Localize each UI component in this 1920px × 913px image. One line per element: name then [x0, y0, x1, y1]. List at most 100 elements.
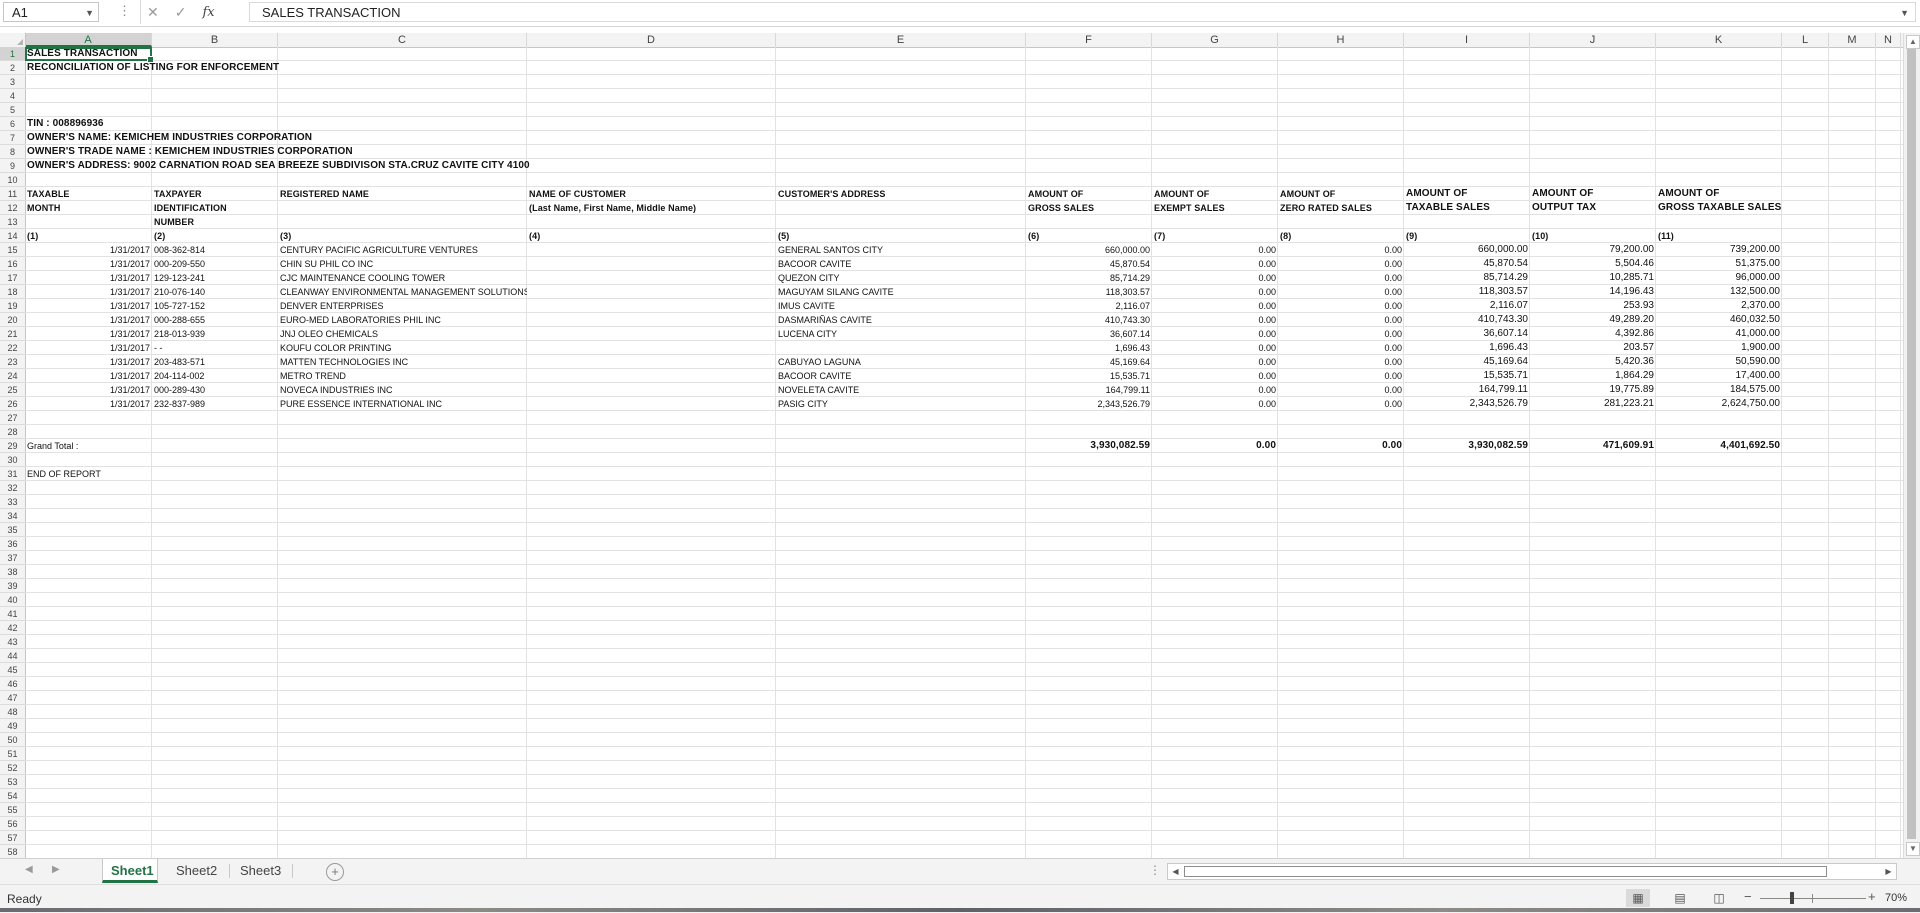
row-header-10[interactable]: 10 — [0, 173, 25, 187]
column-heading-c[interactable]: REGISTERED NAME — [278, 187, 527, 201]
column-heading-j[interactable]: AMOUNT OF — [1530, 187, 1656, 201]
next-sheet-icon[interactable]: ▶ — [52, 864, 60, 875]
scroll-up-icon[interactable]: ▲ — [1906, 35, 1920, 49]
row-header-32[interactable]: 32 — [0, 481, 25, 495]
column-heading-i[interactable] — [1404, 215, 1530, 229]
data-cell[interactable]: 204-114-002 — [152, 369, 278, 383]
data-cell[interactable]: 0.00 — [1278, 341, 1404, 355]
cell-trade-name[interactable]: OWNER'S TRADE NAME : KEMICHEM INDUSTRIES… — [25, 145, 527, 159]
data-cell[interactable]: 15,535.71 — [1404, 369, 1530, 383]
data-cell[interactable]: 0.00 — [1278, 369, 1404, 383]
data-cell[interactable]: MATTEN TECHNOLOGIES INC — [278, 355, 527, 369]
tab-sheet1[interactable]: Sheet1 — [102, 859, 158, 883]
column-header-m[interactable]: M — [1829, 33, 1876, 47]
data-cell[interactable] — [527, 299, 776, 313]
page-break-icon[interactable]: ◫ — [1707, 889, 1731, 907]
data-cell[interactable]: 1/31/2017 — [25, 341, 152, 355]
row-header-41[interactable]: 41 — [0, 607, 25, 621]
tab-sheet2[interactable]: Sheet2 — [168, 859, 226, 883]
column-heading-a[interactable]: MONTH — [25, 201, 152, 215]
data-cell[interactable]: 50,590.00 — [1656, 355, 1782, 369]
data-cell[interactable]: 1,864.29 — [1530, 369, 1656, 383]
data-cell[interactable]: 5,504.46 — [1530, 257, 1656, 271]
row-header-15[interactable]: 15 — [0, 243, 25, 257]
data-cell[interactable]: CHIN SU PHIL CO INC — [278, 257, 527, 271]
row-header-13[interactable]: 13 — [0, 215, 25, 229]
horizontal-scroll-thumb[interactable] — [1184, 866, 1827, 877]
data-cell[interactable]: CENTURY PACIFIC AGRICULTURE VENTURES — [278, 243, 527, 257]
data-cell[interactable]: MAGUYAM SILANG CAVITE — [776, 285, 1026, 299]
column-heading-c[interactable] — [278, 201, 527, 215]
data-cell[interactable]: 41,000.00 — [1656, 327, 1782, 341]
data-cell[interactable]: LUCENA CITY — [776, 327, 1026, 341]
row-header-55[interactable]: 55 — [0, 803, 25, 817]
column-heading-i[interactable]: TAXABLE SALES — [1404, 201, 1530, 215]
column-header-d[interactable]: D — [527, 33, 776, 47]
data-cell[interactable]: 0.00 — [1152, 383, 1278, 397]
data-cell[interactable] — [527, 243, 776, 257]
column-heading-d[interactable]: (Last Name, First Name, Middle Name) — [527, 201, 776, 215]
data-cell[interactable]: 660,000.00 — [1026, 243, 1152, 257]
data-cell[interactable]: 0.00 — [1278, 327, 1404, 341]
row-header-29[interactable]: 29 — [0, 439, 25, 453]
row-header-56[interactable]: 56 — [0, 817, 25, 831]
data-cell[interactable]: 2,116.07 — [1404, 299, 1530, 313]
data-cell[interactable]: METRO TREND — [278, 369, 527, 383]
data-cell[interactable]: 410,743.30 — [1026, 313, 1152, 327]
column-header-l[interactable]: L — [1782, 33, 1829, 47]
data-cell[interactable]: BACOOR CAVITE — [776, 369, 1026, 383]
data-cell[interactable]: 85,714.29 — [1404, 271, 1530, 285]
data-cell[interactable]: 1/31/2017 — [25, 243, 152, 257]
formula-input[interactable]: SALES TRANSACTION ▼ — [249, 2, 1916, 22]
row-header-45[interactable]: 45 — [0, 663, 25, 677]
row-header-5[interactable]: 5 — [0, 103, 25, 117]
data-cell[interactable]: 36,607.14 — [1026, 327, 1152, 341]
column-number-b[interactable]: (2) — [152, 229, 278, 243]
data-cell[interactable]: 1/31/2017 — [25, 285, 152, 299]
selected-cell[interactable] — [25, 47, 154, 63]
end-of-report[interactable]: END OF REPORT — [25, 467, 278, 481]
data-cell[interactable]: 1/31/2017 — [25, 257, 152, 271]
row-header-53[interactable]: 53 — [0, 775, 25, 789]
column-number-i[interactable]: (9) — [1404, 229, 1530, 243]
data-cell[interactable]: 0.00 — [1278, 285, 1404, 299]
data-cell[interactable]: 210-076-140 — [152, 285, 278, 299]
data-cell[interactable]: 0.00 — [1152, 271, 1278, 285]
name-box[interactable]: A1 ▼ — [3, 2, 99, 22]
data-cell[interactable]: CLEANWAY ENVIRONMENTAL MANAGEMENT SOLUTI… — [278, 285, 527, 299]
column-number-c[interactable]: (3) — [278, 229, 527, 243]
data-cell[interactable]: 1/31/2017 — [25, 299, 152, 313]
data-cell[interactable]: 0.00 — [1152, 257, 1278, 271]
cell-subtitle[interactable]: RECONCILIATION OF LISTING FOR ENFORCEMEN… — [25, 61, 527, 75]
data-cell[interactable]: 51,375.00 — [1656, 257, 1782, 271]
row-header-44[interactable]: 44 — [0, 649, 25, 663]
data-cell[interactable]: 15,535.71 — [1026, 369, 1152, 383]
row-header-19[interactable]: 19 — [0, 299, 25, 313]
column-number-d[interactable]: (4) — [527, 229, 776, 243]
row-header-9[interactable]: 9 — [0, 159, 25, 173]
split-handle-icon[interactable]: ⋮ — [1149, 863, 1161, 877]
data-cell[interactable]: 118,303.57 — [1404, 285, 1530, 299]
row-header-2[interactable]: 2 — [0, 61, 25, 75]
row-header-21[interactable]: 21 — [0, 327, 25, 341]
zoom-out-button[interactable]: − — [1744, 889, 1752, 904]
row-header-46[interactable]: 46 — [0, 677, 25, 691]
data-cell[interactable]: 0.00 — [1278, 313, 1404, 327]
column-heading-d[interactable]: NAME OF CUSTOMER — [527, 187, 776, 201]
row-header-37[interactable]: 37 — [0, 551, 25, 565]
column-header-b[interactable]: B — [152, 33, 278, 47]
row-header-33[interactable]: 33 — [0, 495, 25, 509]
column-number-e[interactable]: (5) — [776, 229, 1026, 243]
data-cell[interactable]: 0.00 — [1152, 285, 1278, 299]
column-heading-b[interactable]: NUMBER — [152, 215, 278, 229]
data-cell[interactable]: 0.00 — [1278, 397, 1404, 411]
column-heading-h[interactable] — [1278, 215, 1404, 229]
row-header-43[interactable]: 43 — [0, 635, 25, 649]
row-header-38[interactable]: 38 — [0, 565, 25, 579]
data-cell[interactable]: 000-209-550 — [152, 257, 278, 271]
column-heading-j[interactable] — [1530, 215, 1656, 229]
data-cell[interactable]: 000-288-655 — [152, 313, 278, 327]
column-heading-e[interactable] — [776, 215, 1026, 229]
row-header-48[interactable]: 48 — [0, 705, 25, 719]
data-cell[interactable]: 164,799.11 — [1404, 383, 1530, 397]
